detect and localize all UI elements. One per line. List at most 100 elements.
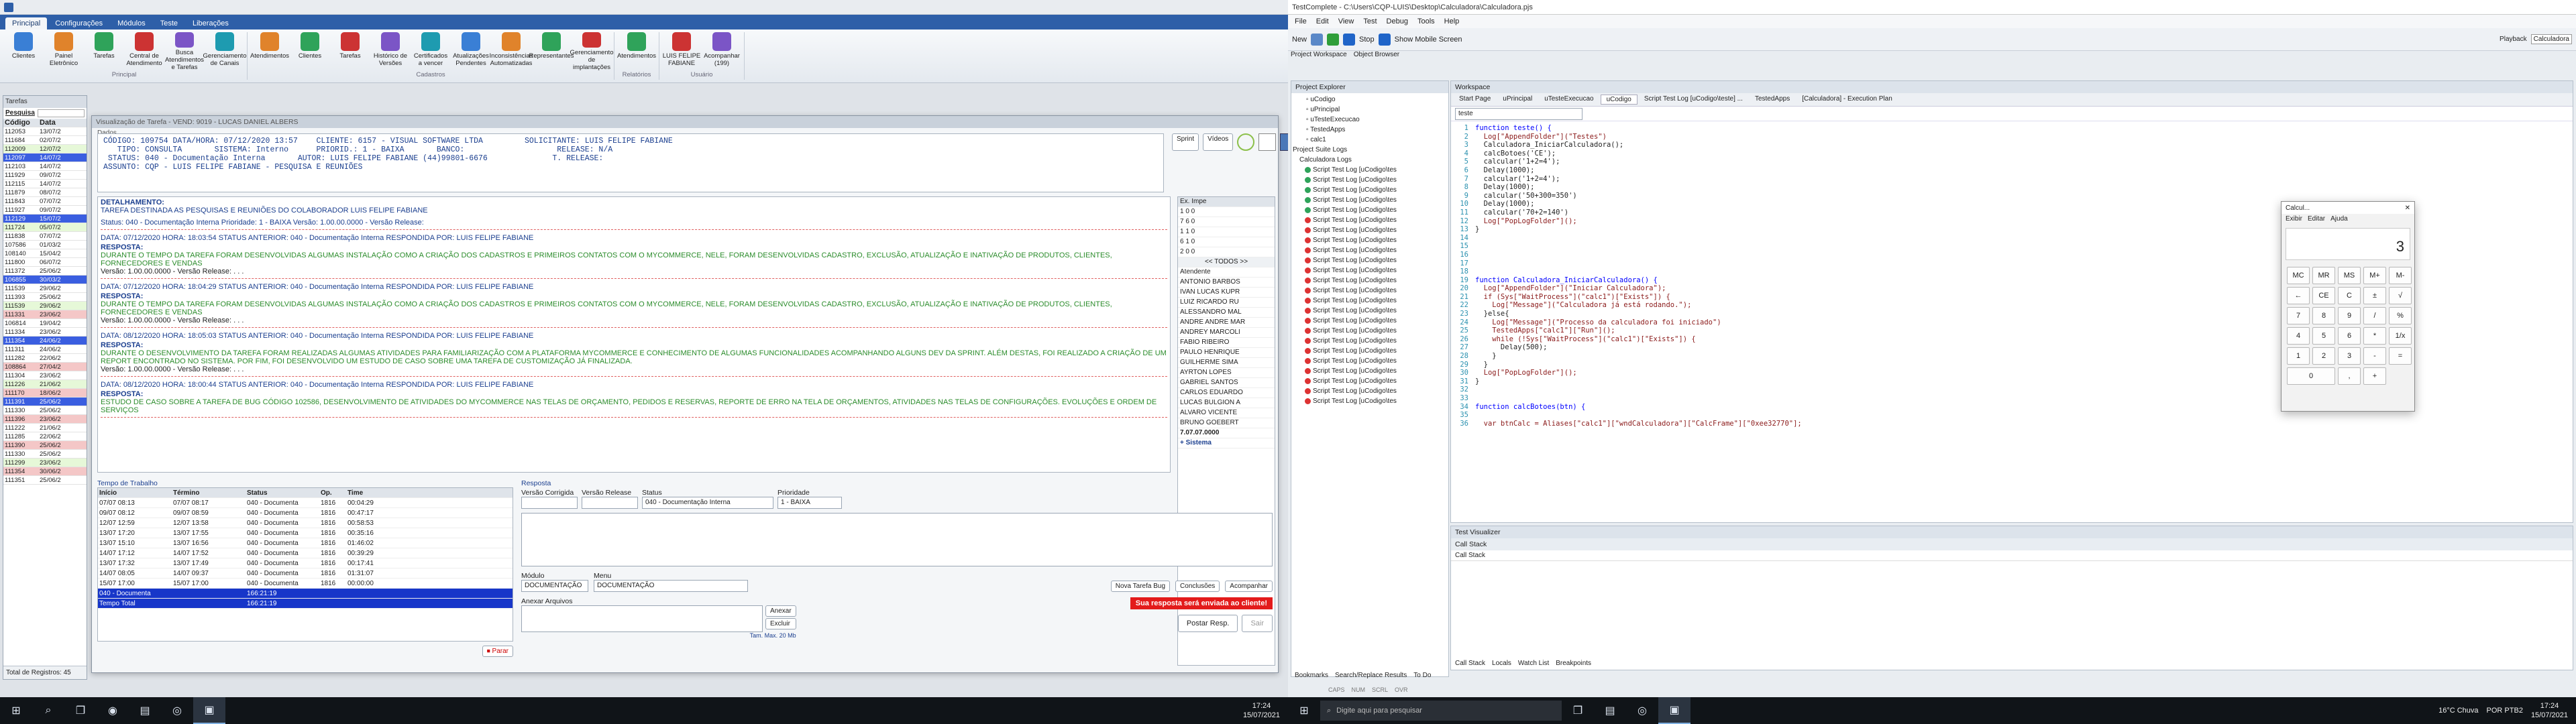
sprint-button[interactable]: Sprint [1172,133,1199,151]
new-button[interactable]: New [1292,36,1307,44]
table-row[interactable]: 111390 25/06/2 [3,441,87,450]
status-select[interactable]: 040 - Documentação Interna [642,497,773,509]
videos-button[interactable]: Vídeos [1203,133,1234,151]
log-item[interactable]: Script Test Log [uCodigo\tes [1293,306,1447,316]
log-item[interactable]: Script Test Log [uCodigo\tes [1293,225,1447,235]
attendant-name[interactable]: LUCAS BULGION A [1178,398,1275,408]
version-release-input[interactable] [582,497,638,509]
doc-tab[interactable]: uTesteExecucao [1539,95,1599,105]
ribbon-button[interactable]: Certificados a vencer [411,32,450,71]
log-item[interactable]: Script Test Log [uCodigo\tes [1293,205,1447,215]
log-item[interactable]: Script Test Log [uCodigo\tes [1293,316,1447,326]
table-row[interactable]: 111311 24/06/2 [3,345,87,354]
log-item[interactable]: Script Test Log [uCodigo\tes [1293,255,1447,265]
table-row[interactable]: 112009 12/07/2 [3,145,87,154]
calc-key[interactable]: * [2363,327,2386,345]
ribbon-button[interactable]: LUIS FELIPE FABIANE [662,32,701,71]
calc-key[interactable]: MR [2312,267,2335,284]
table-row[interactable]: 111299 23/06/2 [3,459,87,467]
attendant-name[interactable]: LUIZ RICARDO RU [1178,298,1275,308]
log-item[interactable]: Script Test Log [uCodigo\tes [1293,185,1447,195]
bottom-tab[interactable]: Search/Replace Results [1335,672,1407,679]
table-row[interactable]: 111226 21/06/2 [3,380,87,389]
post-response-button[interactable]: Postar Resp. [1177,615,1238,632]
tree-item[interactable]: ▫ uTesteExecucao [1293,115,1447,125]
chrome-icon[interactable]: ◎ [161,697,193,724]
calc-key[interactable]: 1 [2287,347,2310,365]
log-item[interactable]: Script Test Log [uCodigo\tes [1293,265,1447,276]
timer-col[interactable]: Início [98,488,172,497]
ribbon-button[interactable]: Clientes [290,32,329,71]
table-row[interactable]: 111304 23/06/2 [3,371,87,380]
ide-menu-item[interactable]: Tools [1413,17,1439,25]
ribbon-button[interactable]: Clientes [4,32,43,71]
smile-icon[interactable] [1237,133,1255,151]
ribbon-button[interactable]: Gerenciamento de implantações [570,32,613,71]
ribbon-button[interactable]: Tarefas [85,32,123,71]
calc-key[interactable]: 4 [2287,327,2310,345]
ide-menu-item[interactable]: View [1334,17,1358,25]
explorer-icon[interactable]: ▤ [129,697,161,724]
table-row[interactable]: 106855 30/03/2 [3,276,87,284]
edge-icon[interactable]: ◉ [97,697,129,724]
tab-project-workspace[interactable]: Project Workspace [1291,51,1347,60]
calc-key[interactable]: = [2389,347,2412,365]
log-item[interactable]: Script Test Log [uCodigo\tes [1293,165,1447,175]
mobile-screen-button[interactable]: Show Mobile Screen [1395,36,1462,44]
ide-menu-item[interactable]: File [1291,17,1311,25]
table-row[interactable]: 111927 09/07/2 [3,206,87,215]
calc-key[interactable]: 3 [2338,347,2361,365]
timer-row[interactable]: 13/07 17:32 13/07 17:49 040 - Documenta 181… [98,558,513,568]
attendant-name[interactable]: ALESSANDRO MAL [1178,308,1275,318]
clock-left[interactable]: 17:24 15/07/2021 [1243,701,1280,720]
table-row[interactable]: 111331 23/06/2 [3,310,87,319]
response-textarea[interactable] [521,513,1273,566]
stop-icon[interactable] [1343,33,1356,46]
calc-menu-item[interactable]: Ajuda [2330,215,2348,223]
attendant-name[interactable]: CARLOS EDUARDO [1178,388,1275,398]
log-item[interactable]: Script Test Log [uCodigo\tes [1293,276,1447,286]
ribbon-button[interactable]: Painel Eletrônico [44,32,83,71]
log-item[interactable]: Script Test Log [uCodigo\tes [1293,235,1447,245]
exit-button[interactable]: Sair [1242,615,1273,632]
attendant-name[interactable]: ANDRE ANDRE MAR [1178,318,1275,328]
ribbon-button[interactable]: Tarefas [331,32,370,71]
timer-row[interactable]: 12/07 12:59 12/07 13:58 040 - Documenta 181… [98,518,513,528]
table-row[interactable]: 111929 09/07/2 [3,171,87,180]
table-row[interactable]: 111170 18/06/2 [3,389,87,398]
calc-key[interactable]: 8 [2312,307,2335,324]
table-row[interactable]: 111372 25/06/2 [3,267,87,276]
attendant-name[interactable]: ANTONIO BARBOS [1178,278,1275,288]
clock-right[interactable]: 17:24 15/07/2021 [2531,701,2568,720]
timer-row[interactable]: 09/07 08:12 09/07 08:59 040 - Documenta 181… [98,508,513,518]
timer-col[interactable]: Término [172,488,246,497]
attendant-name[interactable]: FABIO RIBEIRO [1178,338,1275,348]
testcomplete-taskbar-icon[interactable]: ▣ [1658,697,1690,724]
attach-button[interactable]: Anexar [765,605,796,617]
calc-key[interactable]: ± [2363,287,2386,304]
calc-key[interactable]: % [2389,307,2412,324]
attendant-name[interactable]: ANDREY MARCOLI [1178,328,1275,338]
calc-key[interactable]: √ [2389,287,2412,304]
task-view-icon[interactable]: ❐ [1562,697,1594,724]
close-icon[interactable]: ✕ [2405,204,2410,212]
calc-key[interactable]: 9 [2338,307,2361,324]
attendant-name[interactable]: ALVARO VICENTE [1178,408,1275,418]
log-item[interactable]: Script Test Log [uCodigo\tes [1293,286,1447,296]
calc-key[interactable]: 6 [2338,327,2361,345]
ribbon-button[interactable]: Atualizações Pendentes [451,32,490,71]
log-item[interactable]: Script Test Log [uCodigo\tes [1293,215,1447,225]
table-row[interactable]: 112129 15/07/2 [3,215,87,223]
menu-tab[interactable]: Teste [154,17,184,29]
playback-label[interactable]: Playback [2500,36,2527,43]
attach-list[interactable] [521,605,763,632]
calc-key[interactable]: 0 [2287,367,2335,385]
menu-tab[interactable]: Principal [5,17,48,29]
tab-object-browser[interactable]: Object Browser [1354,51,1399,60]
windows-start-icon[interactable]: ⊞ [1288,697,1320,724]
search-box[interactable]: ⌕ Digite aqui para pesquisar [1320,701,1562,721]
calc-key[interactable]: + [2363,367,2386,385]
timer-row[interactable]: 13/07 17:20 13/07 17:55 040 - Documenta 181… [98,528,513,538]
ribbon-button[interactable]: Histórico de Versões [371,32,410,71]
remove-attach-button[interactable]: Excluir [765,618,796,629]
